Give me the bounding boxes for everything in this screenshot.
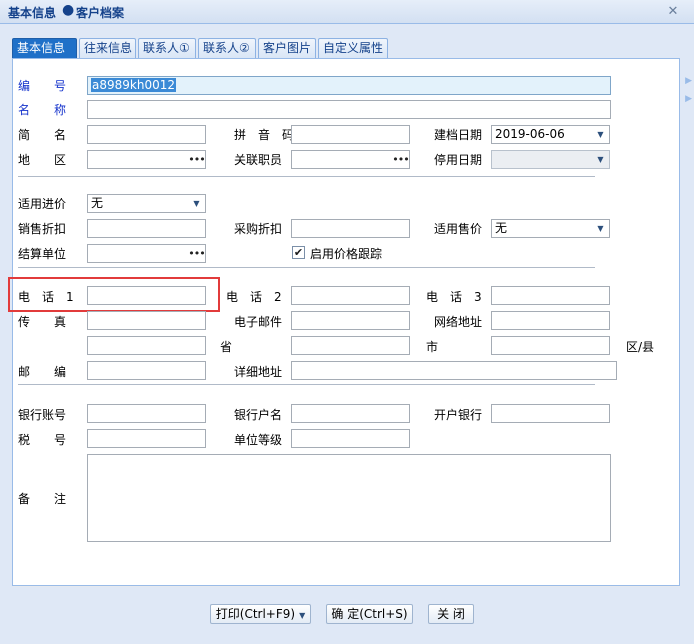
city-field[interactable] [491,336,610,355]
disabled-date-field[interactable]: ▼ [491,150,610,169]
print-button[interactable]: 打印(Ctrl+F9) ▼ [210,604,311,624]
close-icon[interactable]: ✕ [666,5,680,19]
email-field[interactable] [291,311,410,330]
title-bar: 基本信息 ● 客户档案 ✕ [0,0,694,24]
tab-transactions[interactable]: 往来信息 [79,38,136,58]
fax-label: 传 真 [18,315,67,329]
price-tracking-checkbox[interactable]: ✔ [292,246,305,259]
purchase-discount-label: 采购折扣 [234,222,283,236]
breadcrumb-separator: ● [62,2,75,18]
ellipsis-icon[interactable]: ••• [188,245,205,262]
phone1-field[interactable] [87,286,206,305]
staff-field[interactable]: ••• [291,150,410,169]
print-button-label: 打印(Ctrl+F9) [215,607,296,621]
purchase-price-value: 无 [91,196,104,210]
postcode-field[interactable] [87,361,206,380]
purchase-price-label: 适用进价 [18,197,67,211]
tax-no-field[interactable] [87,429,206,448]
breadcrumb-section: 基本信息 [8,6,57,20]
phone3-label: 电 话 3 [426,290,482,304]
remark-textarea[interactable] [87,454,611,542]
disabled-date-label: 停用日期 [434,153,483,167]
address-field[interactable] [291,361,617,380]
dropdown-arrow-icon[interactable]: ▼ [592,151,609,168]
city-label: 市 [426,340,439,354]
created-date-field[interactable]: 2019-06-06 ▼ [491,125,610,144]
tab-customer-images[interactable]: 客户图片 [258,38,316,58]
tab-contact-1[interactable]: 联系人① [138,38,196,58]
short-name-field[interactable] [87,125,206,144]
created-date-value: 2019-06-06 [495,127,565,141]
ellipsis-icon[interactable]: ••• [188,151,205,168]
bank-account-field[interactable] [87,404,206,423]
close-button[interactable]: 关 闭 [428,604,474,624]
section-divider [18,384,595,385]
phone2-field[interactable] [291,286,410,305]
dropdown-arrow-icon[interactable]: ▼ [299,611,305,620]
bank-account-label: 银行账号 [18,408,67,422]
sales-price-value: 无 [495,221,508,235]
staff-label: 关联职员 [234,153,283,167]
tab-basic-info[interactable]: 基本信息 [12,38,77,58]
code-label: 编 号 [18,79,67,93]
pinyin-label: 拼 音 码 [234,128,295,142]
email-label: 电子邮件 [234,315,283,329]
dropdown-arrow-icon[interactable]: ▼ [592,220,609,237]
tab-custom-attributes[interactable]: 自定义属性 [318,38,388,58]
region-field[interactable]: ••• [87,150,206,169]
name-field[interactable] [87,100,611,119]
phone2-label: 电 话 2 [226,290,282,304]
address-label: 详细地址 [234,365,283,379]
short-name-label: 简 名 [18,128,67,142]
purchase-discount-field[interactable] [291,219,410,238]
confirm-button[interactable]: 确 定(Ctrl+S) [326,604,413,624]
section-divider [18,176,595,177]
phone1-label: 电 话 1 [18,290,74,304]
tax-no-label: 税 号 [18,433,67,447]
website-label: 网络地址 [434,315,483,329]
remark-label: 备 注 [18,492,67,506]
website-field[interactable] [491,311,610,330]
sales-discount-label: 销售折扣 [18,222,67,236]
phone3-field[interactable] [491,286,610,305]
footer-divider [13,586,680,587]
bank-field[interactable] [491,404,610,423]
page-title: 客户档案 [76,6,125,20]
settlement-unit-label: 结算单位 [18,247,67,261]
province-field[interactable] [291,336,410,355]
created-date-label: 建档日期 [434,128,483,142]
pinyin-field[interactable] [291,125,410,144]
code-field[interactable]: a8989kh0012 [87,76,611,95]
district-label: 区/县 [626,340,655,354]
section-divider [18,267,595,268]
postcode-label: 邮 编 [18,365,67,379]
province-label: 省 [220,340,233,354]
region-label: 地 区 [18,153,67,167]
sales-discount-field[interactable] [87,219,206,238]
sales-price-label: 适用售价 [434,222,483,236]
bank-label: 开户银行 [434,408,483,422]
purchase-price-select[interactable]: 无 ▼ [87,194,206,213]
right-arrow-icon: ▶ [685,94,692,104]
fax-field[interactable] [87,311,206,330]
dropdown-arrow-icon[interactable]: ▼ [188,195,205,212]
name-label: 名 称 [18,103,67,117]
ellipsis-icon[interactable]: ••• [392,151,409,168]
bank-name-field[interactable] [291,404,410,423]
price-tracking-label: 启用价格跟踪 [310,247,383,261]
right-arrow-icon: ▶ [685,76,692,86]
level-label: 单位等级 [234,433,283,447]
settlement-unit-field[interactable]: ••• [87,244,206,263]
tab-contact-2[interactable]: 联系人② [198,38,256,58]
bank-name-label: 银行户名 [234,408,283,422]
address-area-field[interactable] [87,336,206,355]
level-field[interactable] [291,429,410,448]
tab-bar: 基本信息 往来信息 联系人① 联系人② 客户图片 自定义属性 [12,38,680,58]
dropdown-arrow-icon[interactable]: ▼ [592,126,609,143]
sales-price-select[interactable]: 无 ▼ [491,219,610,238]
